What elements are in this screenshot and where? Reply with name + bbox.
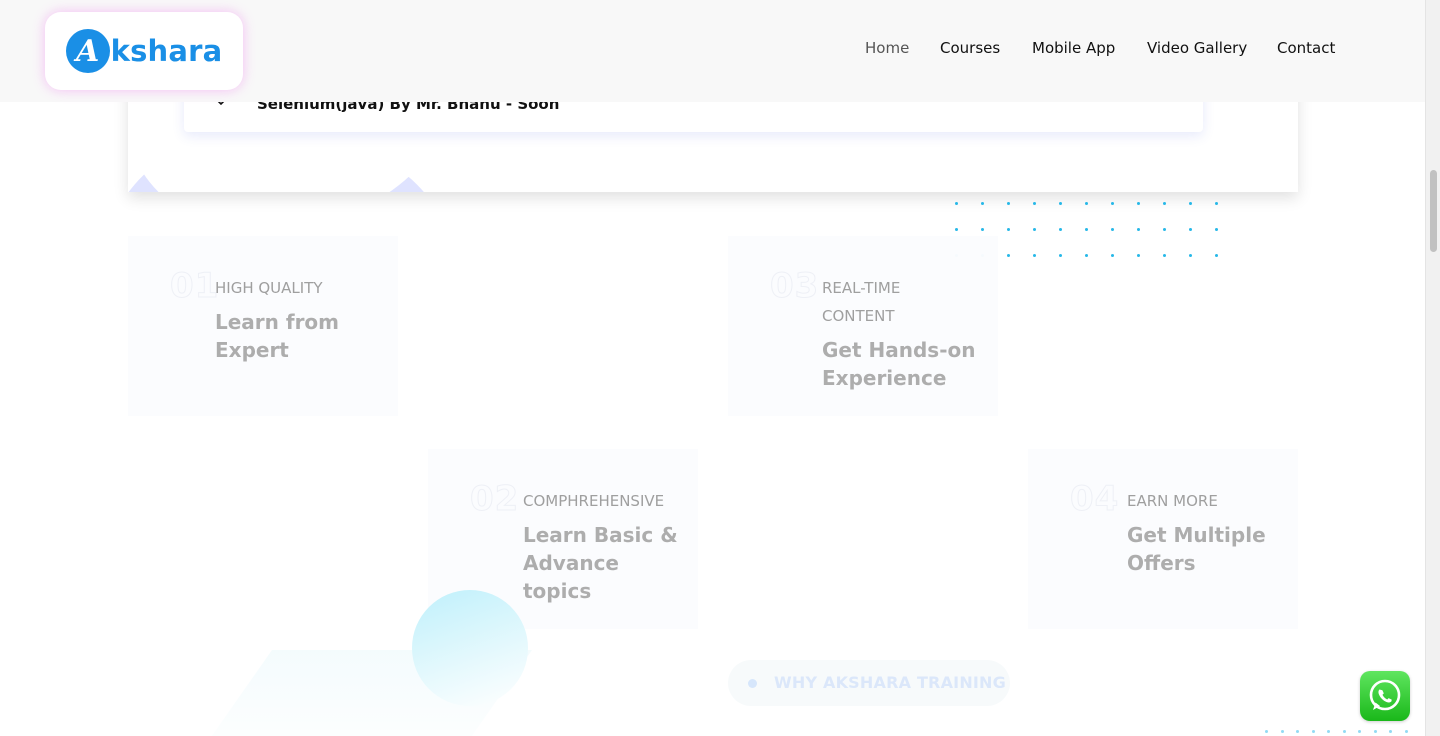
decorative-dot <box>1342 730 1346 733</box>
decorative-dot <box>1215 254 1218 257</box>
decorative-dot <box>955 228 958 231</box>
decorative-dot <box>1215 228 1218 231</box>
decorative-dot <box>1215 202 1218 205</box>
feature-kicker: REAL-TIME CONTENT <box>822 279 901 325</box>
decorative-dot <box>1033 202 1036 205</box>
decorative-dot <box>1296 730 1299 733</box>
feature-number: 03 <box>769 266 820 307</box>
feature-card-3: 03 REAL-TIME CONTENT Get Hands-on Experi… <box>728 236 998 416</box>
feature-card-4: 04 EARN MORE Get Multiple Offers <box>1028 449 1298 629</box>
section-tag-pill: WHY AKSHARA TRAINING <box>728 660 1010 706</box>
decorative-dot <box>1007 254 1010 257</box>
site-header: A kshara Home Courses Mobile App Video G… <box>0 0 1425 102</box>
decorative-dot <box>1327 730 1330 733</box>
whatsapp-icon <box>1369 679 1401 711</box>
nav-home[interactable]: Home <box>865 39 909 57</box>
nav-contact[interactable]: Contact <box>1277 39 1335 57</box>
decorative-dot <box>1085 254 1088 257</box>
decorative-dot <box>1137 228 1140 231</box>
nav-mobile-app[interactable]: Mobile App <box>1032 39 1115 57</box>
whatsapp-button[interactable] <box>1360 671 1410 721</box>
feature-title: Learn Basic & Advance topics <box>523 523 678 603</box>
decorative-dot <box>1404 730 1408 733</box>
logo-mark: A <box>65 29 110 73</box>
logo-link[interactable]: A kshara <box>45 12 243 90</box>
decorative-dot <box>1163 228 1166 231</box>
feature-title: Get Hands-on Experience <box>822 338 976 390</box>
feature-kicker: COMPHREHENSIVE <box>523 492 665 510</box>
decorative-dot <box>1189 228 1192 231</box>
bullet-dot-icon <box>748 679 757 688</box>
feature-title: Learn from Expert <box>215 310 340 362</box>
decorative-dot <box>1189 202 1192 205</box>
decorative-dot <box>1163 202 1166 205</box>
decorative-dot <box>1059 202 1062 205</box>
decorative-dot <box>1085 202 1088 205</box>
decorative-dot <box>1163 254 1166 257</box>
decorative-dot <box>1389 730 1392 733</box>
scrollbar-thumb[interactable] <box>1430 170 1437 252</box>
decorative-dot <box>1111 254 1114 257</box>
decorative-dot <box>1007 202 1010 205</box>
page: Selenium(java) By Mr. Bhanu - Soon A ksh… <box>0 0 1440 736</box>
decorative-dot <box>1085 228 1088 231</box>
feature-kicker: EARN MORE <box>1127 492 1218 510</box>
feature-card-1: 01 HIGH QUALITY Learn from Expert <box>128 236 398 416</box>
decorative-dot <box>1137 202 1140 205</box>
decorative-dot <box>1111 228 1114 231</box>
decorative-dot <box>1137 254 1140 257</box>
decorative-dot <box>1373 730 1377 733</box>
logo-text: kshara <box>110 34 223 68</box>
decorative-dot <box>955 202 958 205</box>
decorative-dot <box>1311 730 1315 733</box>
feature-title: Get Multiple Offers <box>1127 523 1266 575</box>
decorative-dot <box>1111 202 1114 205</box>
feature-number: 04 <box>1069 479 1120 520</box>
nav-video-gallery[interactable]: Video Gallery <box>1147 39 1247 57</box>
decorative-dot <box>1007 228 1010 231</box>
feature-number: 01 <box>169 266 220 307</box>
nav-courses[interactable]: Courses <box>940 39 1000 57</box>
decorative-dot <box>1059 228 1062 231</box>
decorative-dot <box>1358 730 1361 733</box>
decorative-dot <box>1033 228 1036 231</box>
section-tag-label: WHY AKSHARA TRAINING <box>774 673 1006 692</box>
circle-decoration <box>412 590 528 706</box>
decorative-dot <box>1059 254 1062 257</box>
feature-number: 02 <box>469 479 520 520</box>
decorative-dot <box>981 228 984 231</box>
feature-kicker: HIGH QUALITY <box>215 279 323 297</box>
logo[interactable]: A kshara <box>65 29 223 73</box>
decorative-dot <box>1033 254 1036 257</box>
decorative-dot <box>1189 254 1192 257</box>
decorative-dot <box>1280 730 1284 733</box>
page-scrollbar[interactable] <box>1425 0 1440 736</box>
decorative-dot <box>1265 730 1268 733</box>
decorative-dot <box>981 202 984 205</box>
